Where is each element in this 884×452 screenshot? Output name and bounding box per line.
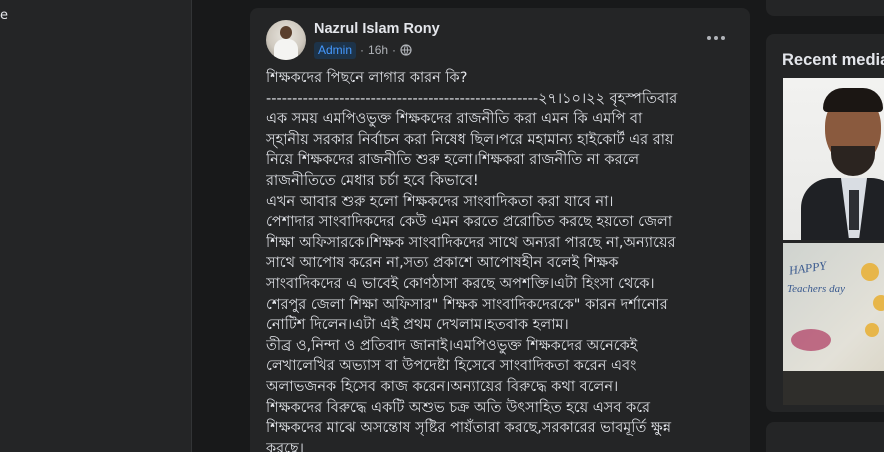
post-line: এক সময় এমপিওভুক্ত শিক্ষকদের রাজনীতি করা… (266, 111, 643, 128)
globe-icon[interactable] (400, 44, 412, 56)
post-timestamp[interactable]: 16h (368, 43, 388, 57)
author-avatar[interactable] (266, 20, 306, 60)
teachers-day-photo[interactable]: HAPPY Teachers day (783, 243, 884, 405)
meta-separator: · (360, 43, 365, 57)
sidebar-bottom-card (766, 422, 884, 452)
post-line: নিয়ে শিক্ষকদের রাজনীতি শুরু হলো।শিক্ষকর… (266, 152, 640, 169)
portrait-photo[interactable] (783, 78, 884, 240)
more-options-button[interactable] (702, 26, 730, 50)
post-line: তীব্র ও,নিন্দা ও প্রতিবাদ জানাই।এমপিওভুক… (266, 337, 638, 354)
photo-text-happy: HAPPY (788, 258, 828, 278)
post-body: শিক্ষকদের পিছনে লাগার কারন কি? ---------… (266, 68, 742, 452)
post-line: পেশাদার সাংবাদিকদের কেউ এমন করতে প্ররোচি… (266, 214, 673, 231)
post-meta: Admin · 16h · (314, 40, 412, 60)
admin-badge: Admin (314, 41, 357, 59)
author-name[interactable]: Nazrul Islam Rony (314, 21, 440, 37)
post-line: লেখালেখির অভ্যাস বা উপদেষ্টা হিসেবে সাংব… (266, 358, 637, 375)
post-line: শিক্ষকদের মাঝে অসন্তোষ সৃষ্টির পায়ঁতারা… (266, 420, 671, 437)
recent-media-title[interactable]: Recent media (782, 51, 884, 70)
post-line: রাজনীতিতে মেধার চর্চা হবে কিভাবে! (266, 172, 479, 189)
post-line: করছে। (266, 440, 304, 452)
post-line: এখন আবার শুরু হলো শিক্ষকদের সাংবাদিকতা ক… (266, 193, 614, 210)
post-card: Nazrul Islam Rony Admin · 16h · শিক্ষকদে… (250, 8, 750, 452)
more-options-icon (707, 36, 725, 40)
post-line: সাংবাদিকদের এ ভাবেই কোণঠাসা করছে অপশক্তি… (266, 275, 655, 292)
meta-separator-2: · (392, 43, 397, 57)
post-line: শিক্ষকদের পিছনে লাগার কারন কি? (266, 70, 468, 86)
post-line: শিক্ষকদের বিরুদ্ধে একটি অশুভ চক্র অতি উৎ… (266, 399, 651, 416)
left-panel-text-fragment: e (0, 8, 8, 23)
post-line: অলাভজনক হিসেব কাজ করেন।অন্যায়ের বিরুদ্ধ… (266, 378, 619, 395)
post-line: সাথে আপোষ করেন না,সত্য প্রকাশে আপোষহীন ব… (266, 255, 619, 272)
photo-text-teachers-day: Teachers day (787, 283, 845, 295)
post-line: শিক্ষা অফিসারকে।শিক্ষক সাংবাদিকদের সাথে … (266, 234, 676, 251)
post-line: শেরপুর জেলা শিক্ষা অফিসার" শিক্ষক সাংবাদ… (266, 296, 668, 313)
sidebar-top-card (766, 0, 884, 16)
post-line: স্হানীয় সরকার নির্বাচন করা নিষেধ ছিল।পর… (266, 131, 674, 148)
post-line: ----------------------------------------… (266, 90, 678, 107)
post-line: নোটিশ দিলেন।এটা এই প্রথম দেখলাম।হতবাক হল… (266, 317, 569, 334)
left-panel: e (0, 0, 192, 452)
